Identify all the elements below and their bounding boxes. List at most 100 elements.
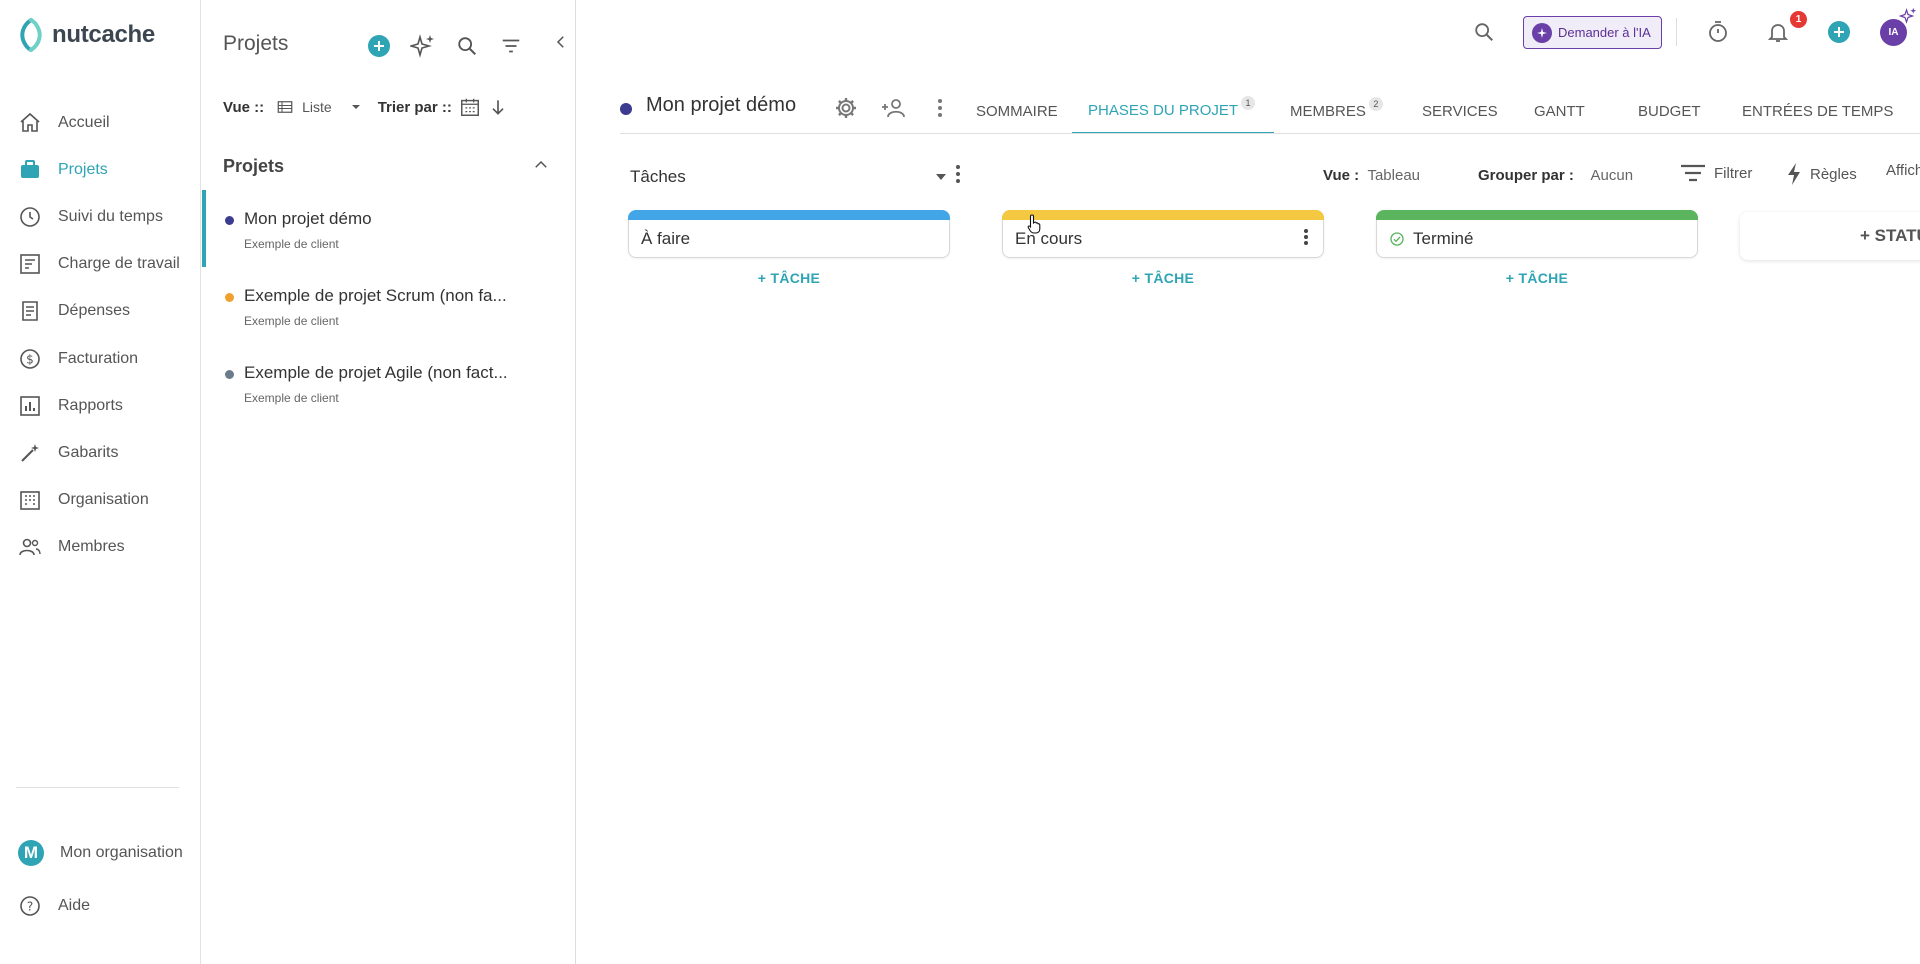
nav-item-label: Mon organisation bbox=[60, 843, 183, 861]
nav-item-label: Suivi du temps bbox=[58, 207, 163, 225]
global-search-button[interactable] bbox=[1470, 18, 1498, 46]
kebab-icon bbox=[956, 165, 960, 183]
rules-button[interactable]: Règles bbox=[1786, 162, 1857, 186]
nav-item-accueil[interactable]: Accueil bbox=[0, 99, 200, 146]
filter-button[interactable] bbox=[497, 32, 525, 60]
nav-item-label: Aide bbox=[58, 896, 91, 914]
view-label: Vue :: bbox=[223, 98, 265, 116]
nav-item-suivi-du-temps[interactable]: Suivi du temps bbox=[0, 193, 200, 240]
filter-button[interactable]: Filtrer bbox=[1680, 162, 1752, 184]
tab-phases-du-projet[interactable]: PHASES DU PROJET 1 bbox=[1072, 88, 1274, 134]
timer-button[interactable] bbox=[1704, 18, 1732, 46]
svg-text:$: $ bbox=[26, 352, 34, 366]
view-mode-select[interactable]: Vue : Tableau bbox=[1323, 167, 1420, 184]
receipt-icon bbox=[22, 301, 38, 322]
bell-icon bbox=[1767, 24, 1789, 42]
nav-item-facturation[interactable]: $ Facturation bbox=[0, 335, 200, 382]
tab-services[interactable]: SERVICES bbox=[1406, 88, 1518, 134]
sort-direction-button[interactable] bbox=[484, 93, 512, 121]
column-header[interactable]: Terminé bbox=[1376, 210, 1698, 258]
project-client: Exemple de client bbox=[244, 314, 339, 328]
projects-section-header[interactable]: Projets bbox=[202, 144, 574, 188]
column-title: À faire bbox=[641, 229, 691, 248]
column-more-button[interactable] bbox=[1303, 228, 1309, 251]
tab-membres[interactable]: MEMBRES 2 bbox=[1274, 88, 1406, 134]
add-member-button[interactable] bbox=[880, 94, 908, 122]
nav-item-mon-organisation[interactable]: M Mon organisation bbox=[0, 826, 200, 879]
nav-item-aide[interactable]: ? Aide bbox=[0, 879, 200, 932]
tab-gantt[interactable]: GANTT bbox=[1518, 88, 1622, 134]
building-icon bbox=[20, 491, 40, 510]
column-color-bar bbox=[1376, 210, 1698, 220]
filter-icon bbox=[1681, 164, 1705, 182]
add-person-icon bbox=[882, 99, 905, 118]
filter-icon bbox=[502, 39, 520, 53]
tasks-label: Tâches bbox=[630, 167, 686, 186]
nav-item-projets[interactable]: Projets bbox=[0, 146, 200, 193]
notifications-button[interactable] bbox=[1764, 18, 1792, 46]
dollar-icon: $ bbox=[20, 348, 40, 369]
org-avatar: M bbox=[18, 839, 44, 866]
briefcase-icon bbox=[21, 159, 39, 178]
plus-circle-icon bbox=[368, 35, 390, 57]
tasks-more-button[interactable] bbox=[955, 164, 961, 189]
board-column: Terminé + TÂCHE bbox=[1376, 210, 1698, 286]
workload-icon bbox=[20, 254, 40, 274]
search-icon bbox=[458, 37, 476, 55]
nav-item-depenses[interactable]: Dépenses bbox=[0, 288, 200, 335]
nav-item-rapports[interactable]: Rapports bbox=[0, 382, 200, 429]
column-color-bar bbox=[628, 210, 950, 220]
hand-cursor-icon bbox=[1027, 214, 1041, 234]
collapse-panel-button[interactable] bbox=[547, 28, 575, 56]
project-item[interactable]: Mon projet démo Exemple de client bbox=[202, 190, 574, 267]
column-header[interactable]: À faire bbox=[628, 210, 950, 258]
ai-sparkle-button[interactable] bbox=[409, 32, 437, 60]
tab-budget[interactable]: BUDGET bbox=[1622, 88, 1726, 134]
stopwatch-icon bbox=[1709, 21, 1727, 42]
nav-item-label: Facturation bbox=[58, 349, 139, 367]
quick-add-button[interactable] bbox=[1825, 18, 1853, 46]
view-value: Liste bbox=[302, 99, 332, 115]
display-button[interactable]: Affich bbox=[1886, 162, 1920, 179]
search-icon bbox=[1475, 23, 1493, 41]
nav-item-membres[interactable]: Membres bbox=[0, 524, 200, 571]
project-settings-button[interactable] bbox=[832, 94, 860, 122]
nav-item-charge-de-travail[interactable]: Charge de travail bbox=[0, 241, 200, 288]
notification-badge: 1 bbox=[1790, 11, 1807, 28]
check-circle-icon bbox=[1390, 232, 1404, 246]
nav-item-label: Dépenses bbox=[58, 302, 131, 320]
add-task-button[interactable]: + TÂCHE bbox=[628, 270, 950, 286]
column-title: Terminé bbox=[1413, 229, 1474, 248]
project-name: Exemple de projet Agile (non fact... bbox=[244, 363, 508, 382]
ask-ai-button[interactable]: Demander à l'IA bbox=[1523, 16, 1662, 49]
people-icon bbox=[19, 538, 41, 556]
add-task-button[interactable]: + TÂCHE bbox=[1002, 270, 1324, 286]
kebab-icon bbox=[938, 99, 942, 117]
add-task-button[interactable]: + TÂCHE bbox=[1376, 270, 1698, 286]
view-select[interactable]: Liste bbox=[276, 98, 364, 116]
add-status-button[interactable]: + STATUT bbox=[1740, 212, 1920, 260]
add-project-button[interactable] bbox=[365, 32, 393, 60]
nav-item-organisation[interactable]: Organisation bbox=[0, 477, 200, 524]
nav-item-label: Rapports bbox=[58, 396, 123, 414]
search-button[interactable] bbox=[453, 32, 481, 60]
chart-icon bbox=[20, 395, 40, 416]
nav-item-gabarits[interactable]: Gabarits bbox=[0, 429, 200, 476]
logo[interactable]: nutcache bbox=[16, 18, 155, 52]
project-more-button[interactable] bbox=[926, 94, 954, 122]
project-item[interactable]: Exemple de projet Agile (non fact... Exe… bbox=[202, 344, 574, 421]
sort-date-button[interactable] bbox=[456, 93, 484, 121]
logo-text: nutcache bbox=[52, 21, 155, 48]
tasks-list-select[interactable]: Tâches bbox=[630, 164, 948, 190]
board-column: En cours + TÂCHE bbox=[1002, 210, 1324, 286]
tab-entrees-de-temps[interactable]: ENTRÉES DE TEMPS bbox=[1726, 88, 1906, 134]
column-header[interactable]: En cours bbox=[1002, 210, 1324, 258]
sparkle-icon bbox=[1899, 7, 1917, 24]
header-divider bbox=[620, 133, 1920, 134]
project-item[interactable]: Exemple de projet Scrum (non fa... Exemp… bbox=[202, 267, 574, 344]
nav-item-label: Gabarits bbox=[58, 443, 119, 461]
sparkle-icon bbox=[410, 34, 434, 58]
projects-panel: Projets Vue :: Liste Trier par :: Projet… bbox=[202, 0, 576, 964]
tab-sommaire[interactable]: SOMMAIRE bbox=[960, 88, 1072, 134]
group-by-select[interactable]: Grouper par : Aucun bbox=[1478, 167, 1633, 184]
